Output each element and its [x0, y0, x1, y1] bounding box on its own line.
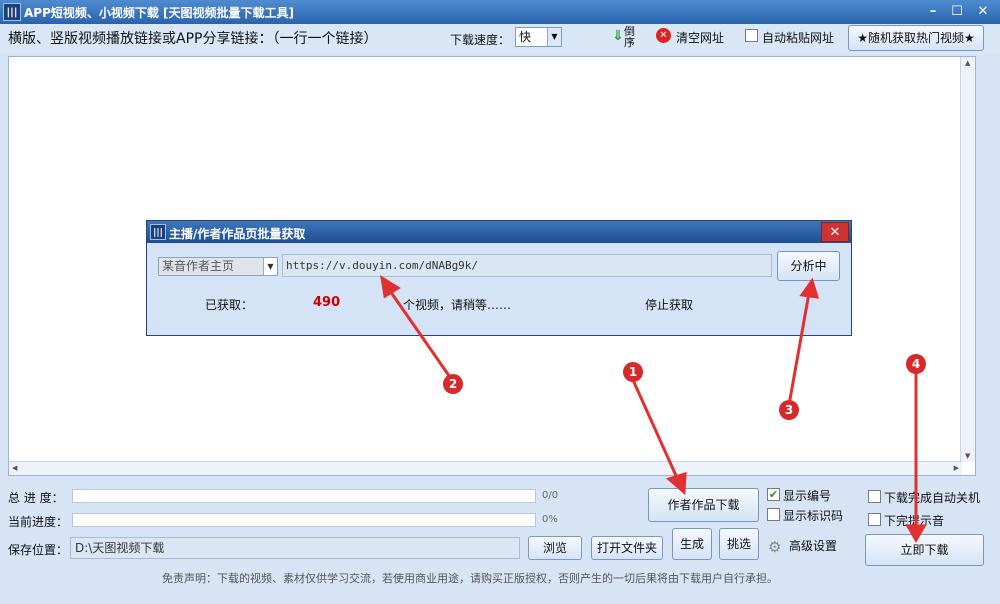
random-hot-videos-button[interactable]: ★随机获取热门视频★ [848, 25, 984, 51]
speed-label: 下载速度： [450, 33, 511, 47]
minimize-button[interactable]: – [922, 2, 944, 22]
speed-select[interactable]: 快 ▼ [515, 27, 562, 47]
total-progress-text: 0/0 [542, 490, 559, 501]
scroll-down-icon[interactable]: ▼ [965, 452, 970, 460]
show-number-label: 显示编号 [783, 489, 832, 503]
scroll-left-icon[interactable]: ◀ [12, 464, 17, 472]
toolbar: 横版、竖版视频播放链接或APP分享链接：（一行一个链接） 下载速度： 快 ▼ ⇓… [0, 24, 1000, 54]
total-progress-bar [72, 489, 536, 503]
show-watermark-label: 显示标识码 [783, 509, 844, 523]
bottom-panel: 总 进 度： 0/0 当前进度： 0% 保存位置： D:\天图视频下载 浏览 打… [0, 479, 1000, 604]
speed-value: 快 [519, 30, 532, 44]
instruction-text: 横版、竖版视频播放链接或APP分享链接：（一行一个链接） [8, 31, 378, 47]
sound-checkbox[interactable] [868, 513, 881, 526]
disclaimer-text: 免责声明：下载的视频、素材仅供学习交流，若使用商业用途，请购买正版授权，否则产生… [162, 572, 778, 585]
open-folder-button[interactable]: 打开文件夹 [591, 536, 663, 560]
close-button[interactable]: ✕ [972, 2, 994, 22]
author-download-button[interactable]: 作者作品下载 [648, 488, 759, 522]
shutdown-label: 下载完成自动关机 [884, 491, 981, 505]
total-progress-label: 总 进 度： [8, 491, 64, 505]
browse-button[interactable]: 浏览 [528, 536, 582, 560]
clear-urls-button[interactable]: 清空网址 [676, 29, 724, 46]
reverse-order-button[interactable]: 倒序 [624, 26, 636, 48]
annotation-marker-1: 1 [623, 362, 643, 382]
show-watermark-checkbox[interactable] [767, 508, 780, 521]
shutdown-checkbox[interactable] [868, 490, 881, 503]
dialog-close-button[interactable]: ✕ [821, 222, 849, 242]
scroll-right-icon[interactable]: ▶ [954, 464, 959, 472]
author-batch-dialog: ||| 主播/作者作品页批量获取 ✕ 某音作者主页 ▼ https://v.do… [146, 220, 852, 336]
save-path-input[interactable]: D:\天图视频下载 [70, 537, 520, 559]
current-progress-text: 0% [542, 514, 558, 525]
dialog-title: 主播/作者作品页批量获取 [169, 227, 306, 241]
annotation-marker-3: 3 [779, 400, 799, 420]
gear-icon[interactable]: ⚙ [768, 538, 781, 556]
fetched-count: 490 [313, 295, 341, 310]
sound-label: 下完提示音 [884, 514, 945, 528]
save-location-label: 保存位置： [8, 543, 69, 557]
annotation-marker-2: 2 [443, 374, 463, 394]
app-logo-icon: ||| [3, 3, 21, 21]
fetched-label: 已获取： [205, 298, 254, 312]
author-url-input[interactable]: https://v.douyin.com/dNABg9k/ [282, 254, 772, 277]
horizontal-scrollbar[interactable]: ◀ ▶ [9, 461, 962, 475]
annotation-marker-4: 4 [906, 354, 926, 374]
current-progress-label: 当前进度： [8, 515, 69, 529]
generate-button[interactable]: 生成 [672, 528, 712, 560]
auto-paste-checkbox[interactable] [745, 29, 758, 42]
clear-icon[interactable]: ✕ [656, 28, 671, 43]
current-progress-bar [72, 513, 536, 527]
source-select[interactable]: 某音作者主页 ▼ [158, 257, 278, 276]
arrow-down-icon[interactable]: ⇓ [612, 28, 624, 44]
scroll-up-icon[interactable]: ▲ [965, 59, 970, 67]
stop-fetch-button[interactable]: 停止获取 [645, 296, 693, 313]
chevron-down-icon: ▼ [263, 258, 277, 275]
dialog-title-bar: ||| 主播/作者作品页批量获取 ✕ [147, 221, 851, 243]
vertical-scrollbar[interactable]: ▲ ▼ [960, 57, 975, 462]
show-number-checkbox[interactable]: ✔ [767, 488, 780, 501]
auto-paste-label: 自动粘贴网址 [762, 31, 835, 45]
app-logo-icon: ||| [150, 224, 166, 240]
title-bar: ||| APP短视频、小视频下载 [天图视频批量下载工具] – ☐ ✕ [0, 0, 1000, 24]
maximize-button[interactable]: ☐ [946, 2, 968, 22]
download-now-button[interactable]: 立即下载 [865, 534, 984, 566]
pick-button[interactable]: 挑选 [719, 528, 759, 560]
analyze-button[interactable]: 分析中 [777, 251, 840, 281]
chevron-down-icon: ▼ [547, 28, 561, 46]
advanced-settings-button[interactable]: 高级设置 [789, 537, 837, 554]
window-title: APP短视频、小视频下载 [天图视频批量下载工具] [24, 6, 295, 20]
source-select-value: 某音作者主页 [162, 259, 235, 273]
status-text: 个视频，请稍等…… [403, 298, 512, 312]
